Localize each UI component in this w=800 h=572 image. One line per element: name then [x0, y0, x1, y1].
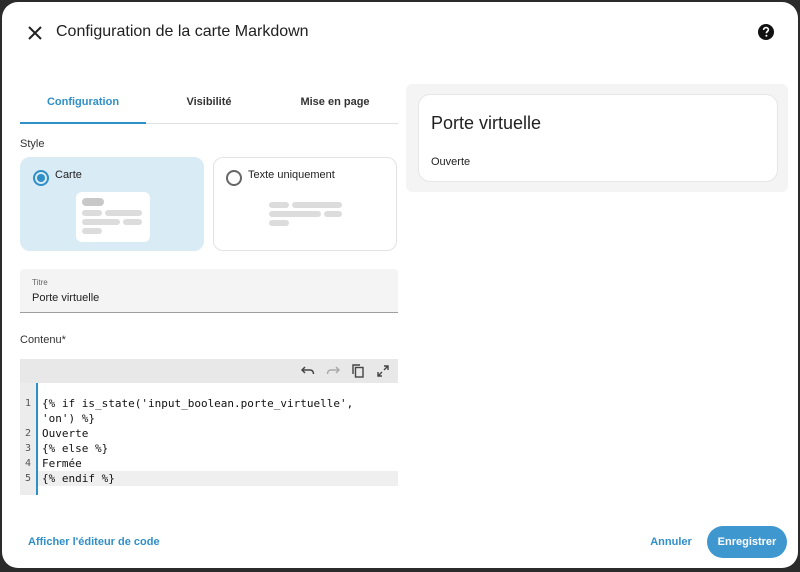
redo-icon[interactable]	[324, 362, 342, 380]
title-field-label: Titre	[32, 278, 48, 287]
preview-card-body: Ouverte	[431, 156, 471, 168]
code-editor-toolbar	[20, 359, 398, 383]
markdown-card-preview: Porte virtuelle Ouverte	[418, 94, 778, 182]
card-preview-panel: Porte virtuelle Ouverte	[406, 84, 788, 192]
style-label: Style	[20, 138, 45, 150]
line-number: 2	[24, 428, 32, 439]
tab-configuration[interactable]: Configuration	[20, 88, 146, 124]
close-icon	[28, 25, 42, 45]
code-line-active: {% endif %}	[38, 471, 398, 486]
fullscreen-icon[interactable]	[374, 362, 392, 380]
tab-layout[interactable]: Mise en page	[272, 88, 398, 123]
undo-icon[interactable]	[299, 362, 317, 380]
line-number: 5	[24, 473, 32, 484]
preview-card-title: Porte virtuelle	[431, 113, 542, 133]
radio-text-only[interactable]	[226, 170, 242, 186]
style-option-label: Carte	[55, 169, 82, 181]
editor-tabs: Configuration Visibilité Mise en page	[20, 88, 398, 124]
cancel-button[interactable]: Annuler	[643, 527, 699, 557]
line-number: 1	[24, 398, 32, 409]
title-field[interactable]: Titre	[20, 269, 398, 313]
code-line: Fermée	[42, 457, 82, 470]
title-input[interactable]	[32, 290, 382, 306]
line-number: 3	[24, 443, 32, 454]
code-line: {% if is_state('input_boolean.porte_virt…	[42, 397, 354, 410]
radio-card[interactable]	[33, 170, 49, 186]
code-line: Ouverte	[42, 427, 89, 440]
save-button[interactable]: Enregistrer	[707, 526, 787, 558]
code-line: 'on') %}	[42, 412, 95, 425]
tab-visibility[interactable]: Visibilité	[146, 88, 272, 123]
style-option-card[interactable]: Carte	[20, 157, 204, 251]
close-button[interactable]	[22, 22, 48, 48]
style-option-text-only[interactable]: Texte uniquement	[213, 157, 397, 251]
card-config-dialog: Configuration de la carte Markdown Confi…	[2, 2, 798, 568]
show-code-editor-link[interactable]: Afficher l'éditeur de code	[28, 536, 160, 548]
line-number: 4	[24, 458, 32, 469]
line-gutter: 1 2 3 4 5	[20, 383, 36, 495]
code-content[interactable]: {% if is_state('input_boolean.porte_virt…	[36, 383, 398, 495]
help-icon	[757, 23, 775, 46]
copy-icon[interactable]	[349, 362, 367, 380]
code-line: {% else %}	[42, 442, 109, 455]
style-option-label: Texte uniquement	[248, 169, 335, 181]
content-label: Contenu*	[20, 334, 66, 346]
dialog-title: Configuration de la carte Markdown	[56, 23, 309, 40]
card-style-illustration	[76, 192, 150, 242]
help-button[interactable]	[756, 23, 776, 46]
text-only-illustration	[269, 202, 349, 232]
code-editor[interactable]: 1 2 3 4 5 {% if is_state('input_boolean.…	[20, 383, 398, 495]
